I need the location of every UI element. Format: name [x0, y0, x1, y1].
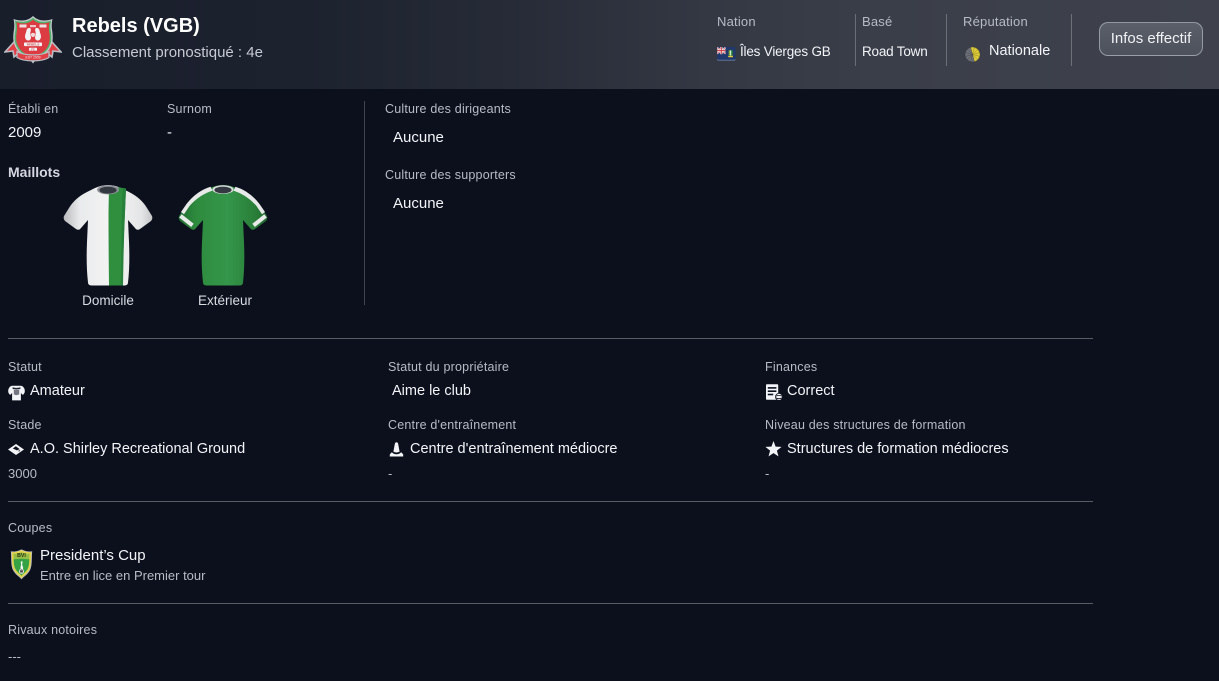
svg-text:BVI: BVI — [17, 553, 26, 559]
svg-text:EST 2009: EST 2009 — [25, 55, 40, 59]
svg-text:REBELS: REBELS — [27, 43, 40, 47]
svg-text:FC: FC — [31, 47, 35, 51]
